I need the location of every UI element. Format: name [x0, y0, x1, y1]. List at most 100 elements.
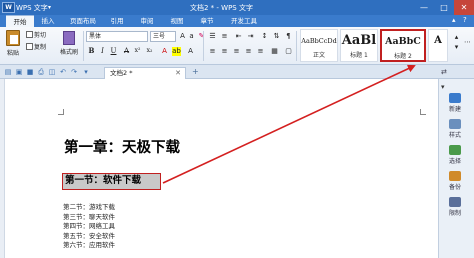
numbering-icon[interactable]: ≡ — [220, 32, 229, 41]
ribbon-divider — [203, 31, 204, 61]
page-corner-mark — [420, 109, 426, 115]
maximize-button[interactable]: □ — [434, 0, 454, 15]
styles-scroll-down-icon[interactable]: ▾ — [452, 43, 461, 52]
bullets-icon[interactable]: ☰ — [208, 32, 217, 41]
tab-sections[interactable]: 章节 — [194, 15, 220, 27]
shrink-font-icon[interactable]: a — [187, 32, 196, 41]
underline-button[interactable]: U — [109, 46, 118, 56]
document-tab[interactable]: 文档2 * ✕ — [104, 67, 186, 79]
style-heading1-sample: AaBl — [341, 33, 377, 48]
pane-restrict-button[interactable]: 限制 — [440, 196, 470, 222]
list-item[interactable]: 第六节：应用软件 — [63, 241, 115, 251]
collapse-ribbon-icon[interactable]: ▴ — [452, 16, 456, 24]
line-spacing-icon[interactable]: ↕ — [260, 32, 269, 41]
format-painter-button[interactable]: 格式刷 — [58, 30, 80, 62]
document-tab-bar: ▤ ▣ ■ ⎙ ◫ ↶ ↷ ▾ 文档2 * ✕ + ⇄ — [0, 65, 474, 79]
format-painter-label: 格式刷 — [59, 49, 78, 56]
app-menu-chevron-icon[interactable]: ▾ — [48, 4, 51, 11]
cut-label: 剪切 — [34, 32, 47, 39]
style-heading1[interactable]: AaBl 标题 1 — [340, 29, 378, 62]
wps-logo-icon[interactable]: W — [2, 2, 15, 13]
decrease-indent-icon[interactable]: ⇤ — [234, 32, 243, 41]
align-left-icon[interactable]: ≡ — [208, 47, 217, 56]
list-item[interactable]: 第四节：网络工具 — [63, 222, 115, 232]
italic-button[interactable]: I — [98, 46, 107, 56]
redo-icon[interactable]: ↷ — [70, 68, 78, 76]
pane-styles-button[interactable]: 样式 — [440, 118, 470, 144]
pane-restrict-label: 限制 — [448, 210, 461, 217]
scissors-icon — [26, 31, 33, 38]
switch-window-icon[interactable]: ⇄ — [441, 68, 447, 76]
pane-backup-label: 备份 — [448, 184, 461, 191]
style-heading2-label: 标题 2 — [394, 53, 412, 60]
tab-review[interactable]: 审阅 — [134, 15, 160, 27]
list-item[interactable]: 第三节：聊天软件 — [63, 213, 115, 223]
styles-expand-icon[interactable]: ⋯ — [463, 38, 472, 47]
align-center-icon[interactable]: ≡ — [220, 47, 229, 56]
bold-button[interactable]: B — [87, 46, 96, 56]
task-pane-menu-icon[interactable]: ▾ — [441, 83, 445, 91]
styles-scroll-up-icon[interactable]: ▴ — [452, 33, 461, 42]
show-marks-icon[interactable]: ¶ — [284, 32, 293, 41]
save-icon[interactable]: ■ — [26, 68, 34, 76]
heading-1-text[interactable]: 第一章：天极下载 — [64, 136, 180, 157]
backup-icon — [449, 171, 461, 181]
app-menu-button[interactable]: WPS 文字 — [16, 3, 48, 13]
align-right-icon[interactable]: ≡ — [232, 47, 241, 56]
new-tab-button[interactable]: + — [192, 67, 199, 76]
grow-font-icon[interactable]: A — [178, 32, 187, 41]
tab-insert[interactable]: 插入 — [34, 15, 62, 27]
open-icon[interactable]: ▣ — [15, 68, 23, 76]
brush-icon — [63, 31, 75, 45]
select-icon — [449, 145, 461, 155]
cut-button[interactable]: 剪切 — [26, 30, 46, 41]
qa-dropdown-icon[interactable]: ▾ — [82, 68, 90, 76]
tab-references[interactable]: 引用 — [104, 15, 130, 27]
font-size-select[interactable]: 三号 — [150, 31, 176, 42]
justify-icon[interactable]: ≡ — [244, 47, 253, 56]
tab-home[interactable]: 开始 — [6, 15, 34, 27]
subscript-button[interactable]: x₂ — [145, 46, 154, 56]
copy-button[interactable]: 复制 — [26, 42, 46, 53]
font-family-select[interactable]: 黑体 — [86, 31, 148, 42]
copy-icon — [26, 43, 33, 50]
style-more[interactable]: A — [428, 29, 448, 62]
ribbon-divider — [296, 31, 297, 61]
close-button[interactable]: ✕ — [454, 0, 474, 15]
undo-icon[interactable]: ↶ — [59, 68, 67, 76]
style-normal[interactable]: AaBbCcDd 正文 — [300, 29, 338, 62]
clear-format-icon[interactable]: ✎ — [197, 32, 206, 41]
heading-2-text-selected[interactable]: 第一节：软件下载 — [62, 173, 161, 190]
preview-icon[interactable]: ◫ — [48, 68, 56, 76]
increase-indent-icon[interactable]: ⇥ — [246, 32, 255, 41]
pane-select-button[interactable]: 选择 — [440, 144, 470, 170]
section-list: 第二节：游戏下载 第三节：聊天软件 第四节：网络工具 第五节：安全软件 第六节：… — [63, 203, 115, 251]
close-tab-icon[interactable]: ✕ — [175, 68, 181, 79]
style-normal-label: 正文 — [312, 52, 325, 59]
sort-icon[interactable]: ⇅ — [272, 32, 281, 41]
strikethrough-button[interactable]: A — [122, 46, 131, 56]
highlight-icon[interactable]: ab — [172, 47, 181, 56]
styles-icon — [449, 119, 461, 129]
superscript-button[interactable]: x² — [133, 46, 142, 56]
pane-new-label: 新建 — [448, 106, 461, 113]
paste-button[interactable]: 粘贴 — [4, 30, 22, 62]
list-item[interactable]: 第二节：游戏下载 — [63, 203, 115, 213]
style-heading2[interactable]: AaBbC 标题 2 — [380, 29, 426, 62]
tab-view[interactable]: 视图 — [164, 15, 190, 27]
page-corner-mark — [58, 109, 64, 115]
distribute-icon[interactable]: ≡ — [256, 47, 265, 56]
borders-icon[interactable]: ▢ — [284, 47, 293, 56]
tab-page-layout[interactable]: 页面布局 — [64, 15, 102, 27]
help-icon[interactable]: ? — [463, 16, 467, 24]
pane-new-button[interactable]: 新建 — [440, 92, 470, 118]
font-color-icon[interactable]: A — [160, 47, 169, 56]
folder-icon[interactable]: ▤ — [4, 68, 12, 76]
char-shading-icon[interactable]: A — [186, 47, 195, 56]
tab-developer[interactable]: 开发工具 — [224, 15, 264, 27]
print-icon[interactable]: ⎙ — [37, 68, 45, 76]
shading-icon[interactable]: ▦ — [270, 47, 279, 56]
list-item[interactable]: 第五节：安全软件 — [63, 232, 115, 242]
pane-backup-button[interactable]: 备份 — [440, 170, 470, 196]
minimize-button[interactable]: — — [414, 0, 434, 15]
